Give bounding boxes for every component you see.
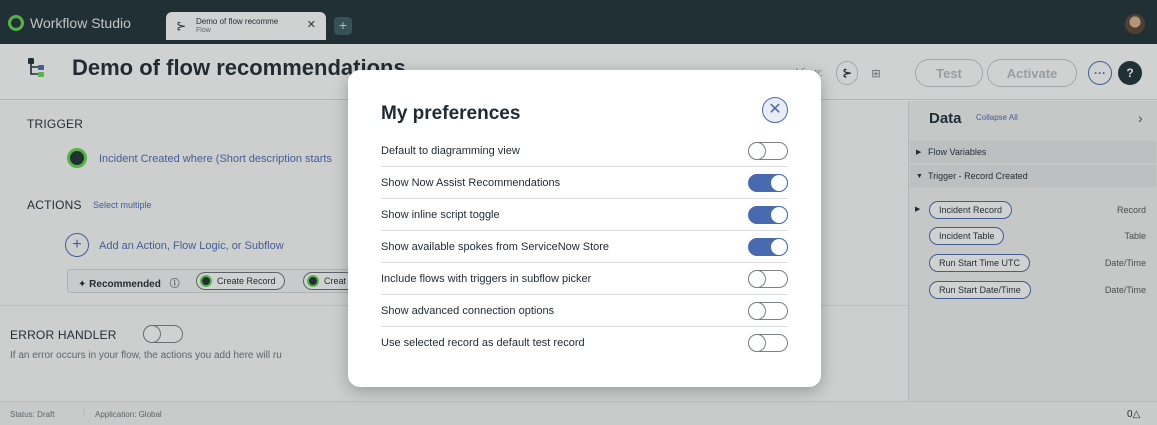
toggle-knob [748, 142, 766, 160]
preference-row: Use selected record as default test reco… [381, 327, 788, 359]
preference-row: Include flows with triggers in subflow p… [381, 263, 788, 295]
toggle-knob [748, 334, 766, 352]
toggle-knob [770, 206, 788, 224]
preference-label: Show available spokes from ServiceNow St… [381, 241, 610, 253]
preference-label: Include flows with triggers in subflow p… [381, 273, 592, 285]
preference-label: Use selected record as default test reco… [381, 337, 585, 349]
preference-row: Show Now Assist Recommendations [381, 167, 788, 199]
preference-row: Show advanced connection options [381, 295, 788, 327]
toggle-knob [770, 238, 788, 256]
preference-toggle[interactable] [748, 302, 788, 320]
toggle-knob [748, 302, 766, 320]
toggle-knob [748, 270, 766, 288]
preference-label: Show inline script toggle [381, 209, 500, 221]
dialog-title: My preferences [381, 103, 521, 124]
preference-label: Show advanced connection options [381, 305, 555, 317]
preference-toggle[interactable] [748, 206, 788, 224]
preference-label: Show Now Assist Recommendations [381, 177, 561, 189]
preference-toggle[interactable] [748, 270, 788, 288]
preferences-dialog: My preferences ✕ Default to diagramming … [348, 70, 821, 387]
preference-toggle[interactable] [748, 174, 788, 192]
preference-toggle[interactable] [748, 142, 788, 160]
preference-row: Default to diagramming view [381, 135, 788, 167]
preference-label: Default to diagramming view [381, 145, 520, 157]
preference-row: Show available spokes from ServiceNow St… [381, 231, 788, 263]
close-icon[interactable]: ✕ [762, 97, 788, 123]
preference-toggle[interactable] [748, 238, 788, 256]
preference-row: Show inline script toggle [381, 199, 788, 231]
preference-toggle[interactable] [748, 334, 788, 352]
toggle-knob [770, 174, 788, 192]
